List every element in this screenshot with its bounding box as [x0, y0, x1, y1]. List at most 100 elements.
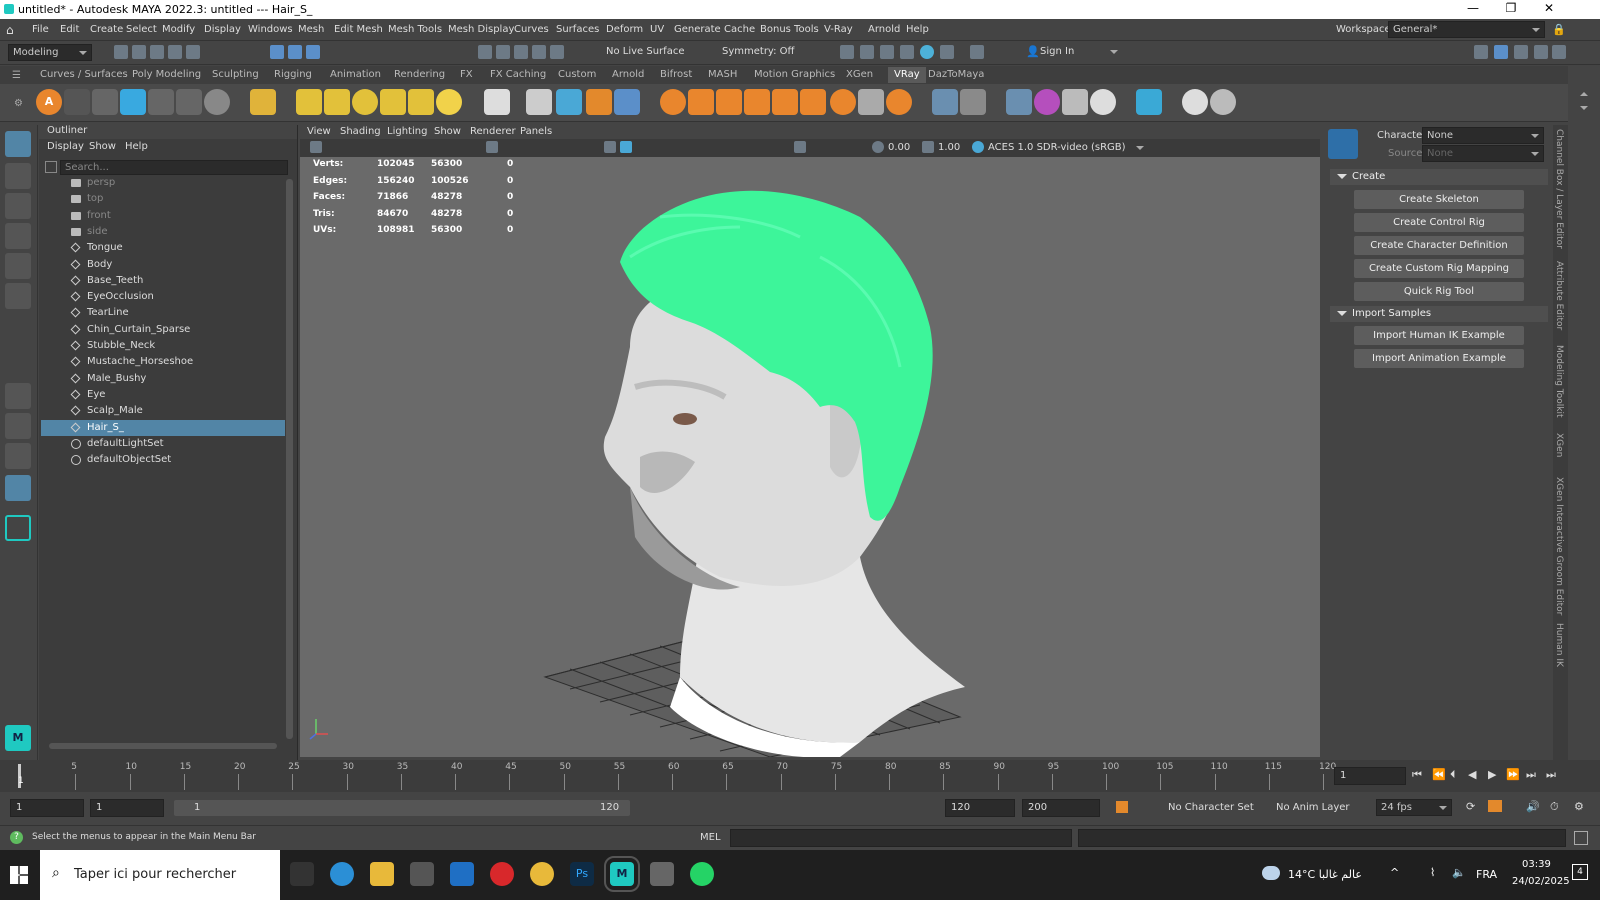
spot-light-icon[interactable] [324, 89, 350, 115]
mail-icon[interactable] [650, 862, 674, 886]
hair-icon[interactable] [716, 89, 742, 115]
outliner-item[interactable]: Scalp_Male [41, 403, 285, 419]
preferences-icon[interactable]: ⚙ [1574, 800, 1584, 813]
hypershade-icon[interactable] [900, 45, 914, 59]
new-scene-icon[interactable] [114, 45, 128, 59]
select-component-icon[interactable] [306, 45, 320, 59]
shelf-tab-daztomaya[interactable]: DazToMaya [928, 69, 984, 80]
exposure-icon[interactable] [872, 141, 884, 153]
outliner-item[interactable]: Male_Bushy [41, 371, 285, 387]
proxy-icon[interactable] [526, 89, 552, 115]
edge-icon[interactable] [330, 862, 354, 886]
chrome-icon[interactable] [530, 862, 554, 886]
panel-layout-icon[interactable] [1474, 45, 1488, 59]
arnold-icon[interactable]: A [36, 89, 62, 115]
notification-icon[interactable]: 4 [1572, 864, 1588, 880]
rotate-tool-icon[interactable] [5, 253, 31, 279]
mesh-light-icon[interactable] [380, 89, 406, 115]
menu-cache[interactable]: Cache [724, 24, 755, 35]
side-tab-xgen[interactable]: XGen [1554, 433, 1564, 457]
wireframe-icon[interactable] [486, 141, 498, 153]
outliner-item[interactable]: EyeOcclusion [41, 289, 285, 305]
hik-create-control-rig-button[interactable]: Create Control Rig [1354, 213, 1524, 232]
symmetry-field[interactable]: Symmetry: Off [722, 46, 794, 57]
start-time-field[interactable]: 1 [10, 799, 84, 817]
material-icon[interactable] [660, 89, 686, 115]
step-back-icon[interactable]: ⏴ [1450, 768, 1456, 782]
outliner-item[interactable]: Chin_Curtain_Sparse [41, 322, 285, 338]
snap-grid-icon[interactable] [478, 45, 492, 59]
shelf-tab-rendering[interactable]: Rendering [394, 69, 445, 80]
range-slider[interactable] [174, 800, 630, 816]
create-section[interactable]: Create [1330, 169, 1548, 185]
menu-surfaces[interactable]: Surfaces [556, 24, 599, 35]
photoshop-icon[interactable]: Ps [570, 862, 594, 886]
step-forward-icon[interactable]: ⏭ [1526, 768, 1536, 782]
restore-icon[interactable]: ❐ [1496, 1, 1526, 15]
transform-icon[interactable] [1136, 89, 1162, 115]
hik-import-animation-example-button[interactable]: Import Animation Example [1354, 349, 1524, 368]
outliner-item[interactable]: Hair_S_ [41, 419, 285, 436]
viewport-menu-show[interactable]: Show [434, 126, 461, 137]
snap-point-icon[interactable] [514, 45, 528, 59]
outliner-menu-show[interactable]: Show [89, 141, 116, 152]
shelf-tab-animation[interactable]: Animation [330, 69, 381, 80]
menu-arnold[interactable]: Arnold [868, 24, 900, 35]
vray-power-icon[interactable] [1182, 89, 1208, 115]
shelf-menu-icon[interactable]: ☰ [12, 70, 21, 81]
viewport-menu-renderer[interactable]: Renderer [470, 126, 516, 137]
menu-display[interactable]: Display [204, 24, 241, 35]
store-icon[interactable] [410, 862, 434, 886]
texture-icon[interactable] [858, 89, 884, 115]
clock-date[interactable]: 24/02/2025 [1512, 876, 1570, 887]
play-back-icon[interactable]: ◀ [1468, 768, 1476, 781]
joint-icon[interactable] [64, 89, 90, 115]
triangle-shape-icon[interactable] [932, 89, 958, 115]
shelf-tab-fx-caching[interactable]: FX Caching [490, 69, 546, 80]
shelf-tab-vray[interactable]: VRay [888, 67, 926, 83]
shader-grid-icon[interactable] [1062, 89, 1088, 115]
redo-icon[interactable] [186, 45, 200, 59]
vray-render-icon[interactable] [920, 45, 934, 59]
pause-icon[interactable] [970, 45, 984, 59]
shelf-tab-poly-modeling[interactable]: Poly Modeling [132, 69, 201, 80]
menu-edit-mesh[interactable]: Edit Mesh [334, 24, 383, 35]
outliner-item[interactable]: persp [41, 175, 285, 191]
snap-surface-icon[interactable] [550, 45, 564, 59]
viewport-menu-shading[interactable]: Shading [340, 126, 381, 137]
move-tool-icon[interactable] [5, 223, 31, 249]
lasso-tool-icon[interactable] [5, 163, 31, 189]
outliner-layout-icon[interactable] [1494, 45, 1508, 59]
spline-icon[interactable] [1006, 89, 1032, 115]
colorspace-dropdown-icon[interactable] [1136, 146, 1144, 154]
time-slider[interactable]: 5 10 15 20 25 30 35 40 45 50 55 60 65 70 75 80 85 90 95 100… [0, 760, 1600, 792]
outliner-item[interactable]: Stubble_Neck [41, 338, 285, 354]
dome-light-icon[interactable] [296, 89, 322, 115]
search-icon[interactable] [5, 515, 31, 541]
hik-create-custom-rig-mapping-button[interactable]: Create Custom Rig Mapping [1354, 259, 1524, 278]
taskbar-search-box[interactable]: ⌕ Taper ici pour rechercher [40, 850, 280, 900]
menu-mesh-display[interactable]: Mesh Display [448, 24, 514, 35]
step-forward-key-icon[interactable]: ⏩ [1506, 768, 1520, 781]
skull-icon[interactable] [92, 89, 118, 115]
outliner-hscrollbar[interactable] [49, 743, 277, 749]
color-wheel-icon[interactable] [1034, 89, 1060, 115]
textured-icon[interactable] [620, 141, 632, 153]
outliner-item[interactable]: defaultLightSet [41, 436, 285, 452]
outliner-pane-icon[interactable] [5, 475, 31, 501]
outliner-item[interactable]: top [41, 191, 285, 207]
side-tab-attribute-editor[interactable]: Attribute Editor [1554, 261, 1564, 330]
cube-wire-icon[interactable] [614, 89, 640, 115]
select-object-icon[interactable] [288, 45, 302, 59]
viewport[interactable]: Verts: 102045 56300 0 Edges: 156240 100526 0 Fac… [300, 157, 1320, 757]
show-hidden-icons[interactable]: ^ [1390, 866, 1399, 879]
outlook-icon[interactable] [450, 862, 474, 886]
uv-icon[interactable] [800, 89, 826, 115]
exposure-field[interactable]: 0.00 [888, 142, 910, 153]
menu-create[interactable]: Create [90, 24, 123, 35]
timing-icon[interactable]: ⏱ [1550, 800, 1559, 814]
outliner-item[interactable]: TearLine [41, 305, 285, 321]
go-to-start-icon[interactable]: ⏮ [1412, 768, 1422, 782]
save-scene-icon[interactable] [150, 45, 164, 59]
sphere-light-icon[interactable] [352, 89, 378, 115]
